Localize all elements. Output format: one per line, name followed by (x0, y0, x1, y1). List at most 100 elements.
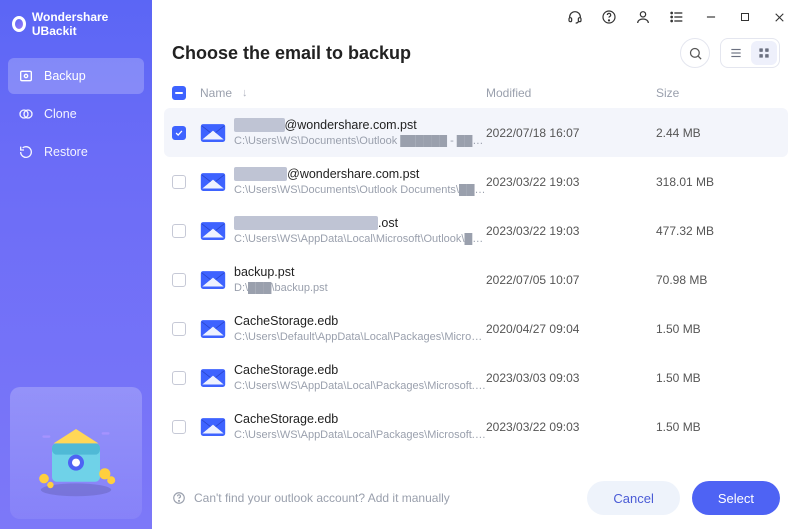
row-title: █████████ - ██████.ost (234, 216, 486, 230)
row-title: CacheStorage.edb (234, 314, 486, 328)
table-row[interactable]: CacheStorage.edb C:\Users\WS\AppData\Loca… (164, 402, 788, 451)
row-checkbox[interactable] (172, 371, 186, 385)
clone-icon (18, 106, 34, 122)
user-icon[interactable] (632, 6, 654, 28)
row-size: 1.50 MB (656, 322, 766, 336)
search-button[interactable] (680, 38, 710, 68)
column-name[interactable]: Name ↓ (200, 86, 486, 100)
row-checkbox[interactable] (172, 224, 186, 238)
column-size[interactable]: Size (656, 86, 766, 100)
app-window: Wondershare UBackit Backup Clone Restore (0, 0, 800, 529)
select-all-checkbox[interactable] (172, 86, 186, 100)
row-path: C:\Users\Default\AppData\Local\Packages\… (234, 331, 486, 343)
row-size: 1.50 MB (656, 420, 766, 434)
mail-icon (200, 123, 234, 143)
column-name-label: Name (200, 86, 232, 100)
close-icon[interactable] (768, 6, 790, 28)
table-row[interactable]: backup.pst D:\███\backup.pst2022/07/05 10… (164, 255, 788, 304)
list-view-button[interactable] (723, 41, 749, 65)
row-name: CacheStorage.edb C:\Users\WS\AppData\Loca… (234, 363, 486, 392)
brand: Wondershare UBackit (0, 0, 152, 52)
maximize-icon[interactable] (734, 6, 756, 28)
row-checkbox[interactable] (172, 322, 186, 336)
sidebar: Wondershare UBackit Backup Clone Restore (0, 0, 152, 529)
row-name: s█████@wondershare.com.pst C:\Users\WS\Do… (234, 118, 486, 147)
row-size: 318.01 MB (656, 175, 766, 189)
row-checkbox[interactable] (172, 420, 186, 434)
select-button[interactable]: Select (692, 481, 780, 515)
helper-text: Can't find your outlook account? Add it … (194, 491, 450, 505)
page-title: Choose the email to backup (172, 43, 411, 64)
row-path: C:\Users\WS\Documents\Outlook Documents\… (234, 184, 486, 196)
row-path: C:\Users\WS\AppData\Local\Packages\Micro… (234, 429, 486, 441)
headset-icon[interactable] (564, 6, 586, 28)
row-title: ██████@wondershare.com.pst (234, 167, 486, 181)
row-size: 2.44 MB (656, 126, 766, 140)
promo-area (0, 377, 152, 529)
table-row[interactable]: ██████@wondershare.com.pst C:\Users\WS\Do… (164, 157, 788, 206)
backup-icon (18, 68, 34, 84)
column-modified[interactable]: Modified (486, 86, 656, 100)
mail-icon (200, 319, 234, 339)
page-header: Choose the email to backup (152, 34, 800, 76)
table-row[interactable]: █████████ - ██████.ost C:\Users\WS\AppDat… (164, 206, 788, 255)
sidebar-item-label: Clone (44, 107, 77, 121)
minimize-icon[interactable] (700, 6, 722, 28)
grid-view-button[interactable] (751, 41, 777, 65)
footer: Can't find your outlook account? Add it … (152, 469, 800, 529)
column-headers: Name ↓ Modified Size (152, 76, 800, 108)
sidebar-nav: Backup Clone Restore (0, 52, 152, 176)
row-name: █████████ - ██████.ost C:\Users\WS\AppDat… (234, 216, 486, 245)
cancel-button[interactable]: Cancel (587, 481, 679, 515)
mail-icon (200, 270, 234, 290)
view-toggle (720, 38, 780, 68)
promo-illustration[interactable] (10, 387, 142, 519)
menu-list-icon[interactable] (666, 6, 688, 28)
sidebar-item-restore[interactable]: Restore (8, 134, 144, 170)
row-path: C:\Users\WS\AppData\Local\Microsoft\Outl… (234, 233, 486, 245)
row-title: CacheStorage.edb (234, 412, 486, 426)
table-row[interactable]: s█████@wondershare.com.pst C:\Users\WS\Do… (164, 108, 788, 157)
row-modified: 2023/03/03 09:03 (486, 371, 656, 385)
mail-icon (200, 172, 234, 192)
table-row[interactable]: CacheStorage.edb C:\Users\Default\AppData… (164, 304, 788, 353)
row-modified: 2022/07/18 16:07 (486, 126, 656, 140)
app-title: Wondershare UBackit (32, 10, 140, 38)
row-path: C:\Users\WS\AppData\Local\Packages\Micro… (234, 380, 486, 392)
row-size: 70.98 MB (656, 273, 766, 287)
restore-icon (18, 144, 34, 160)
row-path: C:\Users\WS\Documents\Outlook ██████ - █… (234, 135, 486, 147)
row-checkbox[interactable] (172, 126, 186, 140)
row-name: CacheStorage.edb C:\Users\WS\AppData\Loca… (234, 412, 486, 441)
sidebar-item-label: Backup (44, 69, 86, 83)
titlebar (152, 0, 800, 34)
sidebar-item-backup[interactable]: Backup (8, 58, 144, 94)
row-modified: 2020/04/27 09:04 (486, 322, 656, 336)
row-size: 1.50 MB (656, 371, 766, 385)
row-size: 477.32 MB (656, 224, 766, 238)
row-path: D:\███\backup.pst (234, 282, 486, 294)
row-name: ██████@wondershare.com.pst C:\Users\WS\Do… (234, 167, 486, 196)
sidebar-item-clone[interactable]: Clone (8, 96, 144, 132)
row-modified: 2023/03/22 19:03 (486, 175, 656, 189)
row-checkbox[interactable] (172, 273, 186, 287)
row-modified: 2022/07/05 10:07 (486, 273, 656, 287)
sort-arrow-icon: ↓ (242, 87, 248, 99)
row-checkbox[interactable] (172, 175, 186, 189)
row-name: backup.pst D:\███\backup.pst (234, 265, 486, 294)
row-modified: 2023/03/22 19:03 (486, 224, 656, 238)
row-title: backup.pst (234, 265, 486, 279)
email-list[interactable]: s█████@wondershare.com.pst C:\Users\WS\Do… (152, 108, 800, 469)
sidebar-item-label: Restore (44, 145, 88, 159)
table-row[interactable]: CacheStorage.edb C:\Users\WS\AppData\Loca… (164, 353, 788, 402)
brand-logo-icon (12, 16, 26, 32)
mail-icon (200, 221, 234, 241)
help-icon[interactable] (598, 6, 620, 28)
mail-icon (200, 368, 234, 388)
row-title: CacheStorage.edb (234, 363, 486, 377)
main-panel: Choose the email to backup (152, 0, 800, 529)
add-manually-link[interactable]: Can't find your outlook account? Add it … (172, 491, 450, 505)
row-title: s█████@wondershare.com.pst (234, 118, 486, 132)
row-modified: 2023/03/22 09:03 (486, 420, 656, 434)
mail-icon (200, 417, 234, 437)
